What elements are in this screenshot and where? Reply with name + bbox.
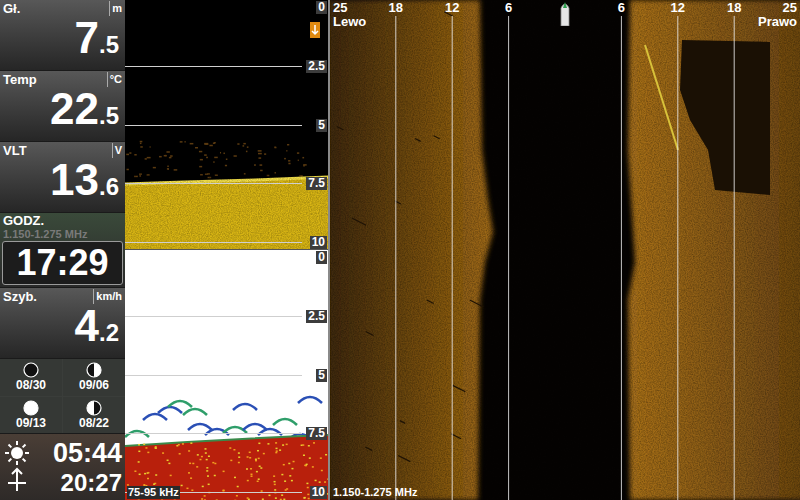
clock-label: GODZ.	[0, 213, 125, 228]
boat-icon	[560, 0, 570, 26]
depth-label: 7.5	[306, 177, 327, 190]
depth-line	[125, 316, 302, 317]
depth-line	[125, 375, 302, 376]
readout-value: 22	[50, 87, 99, 131]
fishfinder-screen: Gł.m7.5Temp°C22.5VLTV13.6GODZ.1.150-1.27…	[0, 0, 800, 500]
readout-fraction: .6	[99, 175, 119, 199]
depth-line	[125, 66, 302, 67]
readout-unit: m	[109, 1, 122, 16]
range-label: 25	[333, 0, 347, 15]
moon-phase-icon	[86, 362, 102, 378]
sonar-2d-panel: 0 2.5 5 7.5 10 75-95 kHz	[125, 250, 328, 500]
ghost-frequency: 1.150-1.275 MHz	[0, 228, 125, 241]
right-side-label: Prawo	[758, 14, 797, 29]
frequency-label: 75-95 kHz	[127, 486, 180, 499]
range-label: 12	[671, 0, 685, 15]
depth-label: 2.5	[306, 60, 327, 73]
readout-value: 13	[50, 158, 99, 202]
sonar-2d-panel: 0 2.5 5 7.5 10	[125, 0, 328, 250]
moon-phase: 08/22	[63, 397, 125, 434]
moon-date: 08/22	[79, 416, 109, 430]
depth-label: 10	[310, 486, 327, 499]
readout-label: VLT	[3, 143, 27, 158]
readout-fraction: .2	[99, 321, 119, 345]
clock-readout: GODZ.1.150-1.275 MHz 17:29	[0, 213, 125, 288]
range-label: 18	[389, 0, 403, 15]
readout: VLT V 13.6	[0, 142, 125, 213]
data-panel: Gł.m7.5Temp°C22.5VLTV13.6GODZ.1.150-1.27…	[0, 0, 125, 500]
moon-phase: 09/13	[0, 397, 62, 434]
side-imaging-image	[330, 0, 800, 500]
side-imaging-panel: 25181266121825LewoPrawo1.150-1.275 MHz	[330, 0, 800, 500]
moon-phase: 09/06	[63, 359, 125, 396]
depth-label: 0	[316, 251, 327, 264]
sun-icon	[3, 439, 31, 495]
range-label: 25	[783, 0, 797, 15]
range-label: 12	[445, 0, 459, 15]
depth-line	[125, 242, 302, 243]
readout: Szyb. km/h4.2	[0, 288, 125, 359]
sonar-2d-column: 0 2.5 5 7.5 10 0 2.5 5 7.5 10 75-95 kHz	[125, 0, 328, 500]
range-label: 18	[727, 0, 741, 15]
readout-label: Gł.	[3, 1, 20, 16]
depth-line	[125, 183, 302, 184]
moon-date: 08/30	[16, 378, 46, 392]
moon-phase-icon	[23, 362, 39, 378]
readout-fraction: .5	[99, 104, 119, 128]
readout-unit: V	[112, 143, 122, 158]
moon-phase: 08/30	[0, 359, 62, 396]
readout: Gł. m7.5	[0, 0, 125, 71]
sunrise-time: 05:44	[53, 440, 122, 467]
depth-line	[125, 125, 302, 126]
depth-line	[125, 433, 302, 434]
readout-unit: km/h	[93, 289, 122, 304]
readout-label: Temp	[3, 72, 37, 87]
down-arrow-icon	[310, 22, 320, 38]
depth-label: 10	[310, 236, 327, 249]
readout-label: Szyb.	[3, 289, 37, 304]
readout-fraction: .5	[99, 33, 119, 57]
readout-value: 7	[75, 16, 99, 60]
moon-date: 09/13	[16, 416, 46, 430]
moon-phases: 08/30 09/06 09/13 08/22	[0, 359, 125, 434]
side-frequency-label: 1.150-1.275 MHz	[333, 486, 417, 499]
moon-phase-icon	[23, 400, 39, 416]
clock-time: 17:29	[16, 245, 108, 281]
moon-phase-icon	[86, 400, 102, 416]
depth-label: 7.5	[306, 427, 327, 440]
readout: Temp °C 22.5	[0, 71, 125, 142]
sun-times: 05:44 20:27	[0, 434, 125, 500]
depth-label: 2.5	[306, 310, 327, 323]
moon-date: 09/06	[79, 378, 109, 392]
readout-unit: °C	[107, 72, 122, 87]
sunset-time: 20:27	[61, 471, 122, 495]
left-side-label: Lewo	[333, 14, 366, 29]
depth-label: 5	[316, 369, 327, 382]
readout-value: 4	[75, 304, 99, 348]
depth-label: 0	[316, 1, 327, 14]
depth-label: 5	[316, 119, 327, 132]
range-label: 6	[505, 0, 512, 15]
range-label: 6	[618, 0, 625, 15]
